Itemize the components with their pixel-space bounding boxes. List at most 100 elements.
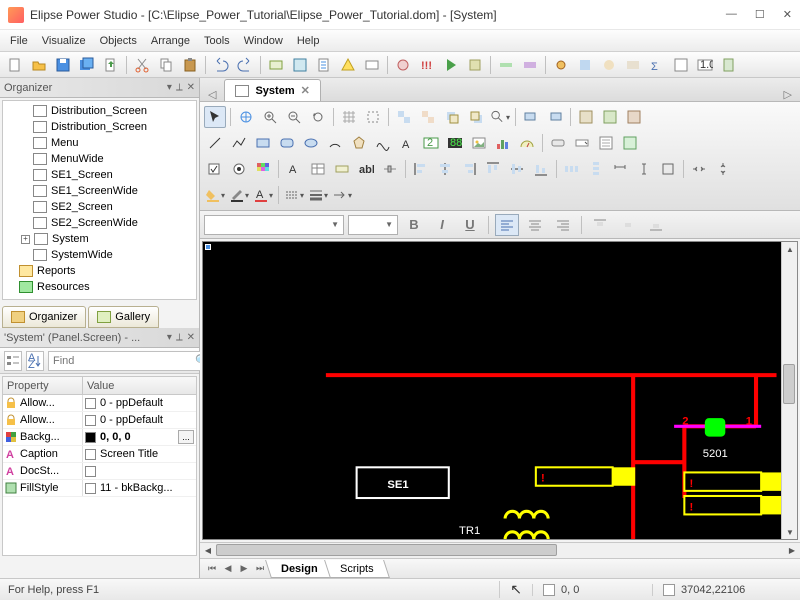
prop-row[interactable]: Allow... 0 - ppDefault [3, 412, 196, 429]
draw-polyline[interactable] [228, 132, 250, 154]
menu-help[interactable]: Help [297, 35, 320, 47]
text-a-tool[interactable]: A [283, 158, 305, 180]
menu-window[interactable]: Window [244, 35, 283, 47]
align-middle[interactable] [506, 158, 528, 180]
tree-item[interactable]: Distribution_Screen [3, 103, 196, 119]
paste-button[interactable] [179, 55, 201, 75]
checkbox-tool[interactable] [204, 158, 226, 180]
draw-display[interactable]: 88 [444, 132, 466, 154]
line-color[interactable]: ▾ [228, 184, 250, 206]
text-valign-bot[interactable] [644, 214, 668, 236]
tab-organizer[interactable]: Organizer [2, 306, 86, 328]
tree-item[interactable]: SE2_ScreenWide [3, 215, 196, 231]
align-left[interactable] [410, 158, 432, 180]
tool-10[interactable]: 1.0 [694, 55, 716, 75]
property-grid[interactable]: Property Value Allow... 0 - ppDefault Al… [2, 376, 197, 556]
find-input[interactable] [53, 355, 195, 367]
tool-c[interactable] [313, 55, 335, 75]
scroll-right-icon[interactable]: ▶ [784, 543, 800, 557]
tree-item[interactable]: SE1_ScreenWide [3, 183, 196, 199]
tab-design[interactable]: Design [265, 560, 334, 578]
scroll-thumb[interactable] [216, 544, 557, 556]
tool-n[interactable] [670, 55, 692, 75]
prop-row[interactable]: ADocSt... [3, 463, 196, 480]
prev-icon[interactable]: ◀ [220, 563, 236, 574]
first-icon[interactable]: ⏮ [204, 563, 220, 574]
slider-tool[interactable] [379, 158, 401, 180]
tree-item-resources[interactable]: Resources [3, 279, 196, 295]
layer-tool-b[interactable] [544, 106, 566, 128]
draw-num[interactable]: 2 [420, 132, 442, 154]
prop-row[interactable]: Backg... 0, 0, 0... [3, 429, 196, 446]
tree-item[interactable]: SystemWide [3, 247, 196, 263]
maximize-button[interactable]: ☐ [755, 8, 765, 21]
misc-tool-c[interactable] [623, 106, 645, 128]
tool-warn[interactable] [337, 55, 359, 75]
layer-tool-a[interactable] [520, 106, 542, 128]
panel-menu-icon[interactable]: ▾ [167, 82, 172, 93]
redo-button[interactable] [234, 55, 256, 75]
zoom-out-tool[interactable] [283, 106, 305, 128]
scroll-up-icon[interactable]: ▲ [782, 242, 798, 256]
expand-icon[interactable]: + [21, 235, 30, 244]
group-tool[interactable] [393, 106, 415, 128]
export-button[interactable] [100, 55, 122, 75]
tool-gear[interactable] [550, 55, 572, 75]
bold-button[interactable]: B [402, 214, 426, 236]
panel-close-icon[interactable]: ✕ [187, 82, 195, 93]
save-all-button[interactable] [76, 55, 98, 75]
same-size[interactable] [657, 158, 679, 180]
radio-tool[interactable] [228, 158, 250, 180]
same-width[interactable] [609, 158, 631, 180]
dist-h[interactable] [561, 158, 583, 180]
misc-tool-a[interactable] [575, 106, 597, 128]
align-right[interactable] [458, 158, 480, 180]
menu-objects[interactable]: Objects [100, 35, 137, 47]
categorize-button[interactable] [4, 351, 22, 371]
new-button[interactable] [4, 55, 26, 75]
cut-button[interactable] [131, 55, 153, 75]
text-valign-top[interactable] [588, 214, 612, 236]
tool-b[interactable] [289, 55, 311, 75]
select-tool[interactable] [204, 106, 226, 128]
menu-visualize[interactable]: Visualize [42, 35, 86, 47]
misc-tool-b[interactable] [599, 106, 621, 128]
vertical-scrollbar[interactable]: ▲ ▼ [781, 242, 797, 539]
grid-tool[interactable] [338, 106, 360, 128]
tool-l[interactable] [598, 55, 620, 75]
draw-curve[interactable] [372, 132, 394, 154]
draw-arc[interactable] [324, 132, 346, 154]
tree-item-system[interactable]: +System [3, 231, 196, 247]
fill-color[interactable]: ▾ [204, 184, 226, 206]
next-icon[interactable]: ▶ [236, 563, 252, 574]
scroll-down-icon[interactable]: ▼ [782, 525, 798, 539]
tree-item[interactable]: Menu [3, 135, 196, 151]
font-size-combo[interactable]: ▼ [348, 215, 398, 235]
tree-item[interactable]: SE1_Screen [3, 167, 196, 183]
same-height[interactable] [633, 158, 655, 180]
zoom-in-tool[interactable] [259, 106, 281, 128]
tool-o[interactable] [718, 55, 740, 75]
close-button[interactable]: ✕ [783, 8, 792, 21]
align-center-h[interactable] [434, 158, 456, 180]
tree-item[interactable]: Distribution_Screen [3, 119, 196, 135]
italic-button[interactable]: I [430, 214, 454, 236]
open-button[interactable] [28, 55, 50, 75]
ctl-list[interactable] [595, 132, 617, 154]
label-tool[interactable] [331, 158, 353, 180]
tool-g[interactable] [464, 55, 486, 75]
tool-m[interactable] [622, 55, 644, 75]
abl-tool[interactable]: abl [355, 158, 377, 180]
front-tool[interactable] [441, 106, 463, 128]
panel-pin-icon[interactable]: ⟂ [176, 82, 183, 93]
tree-item[interactable]: SE2_Screen [3, 199, 196, 215]
tool-k[interactable] [574, 55, 596, 75]
ungroup-tool[interactable] [417, 106, 439, 128]
menu-file[interactable]: File [10, 35, 28, 47]
text-color[interactable]: A▾ [252, 184, 274, 206]
horizontal-scrollbar[interactable]: ◀ ▶ [200, 542, 800, 558]
ctl-combo[interactable] [571, 132, 593, 154]
draw-image[interactable] [468, 132, 490, 154]
scroll-thumb[interactable] [783, 364, 795, 404]
draw-line[interactable] [204, 132, 226, 154]
